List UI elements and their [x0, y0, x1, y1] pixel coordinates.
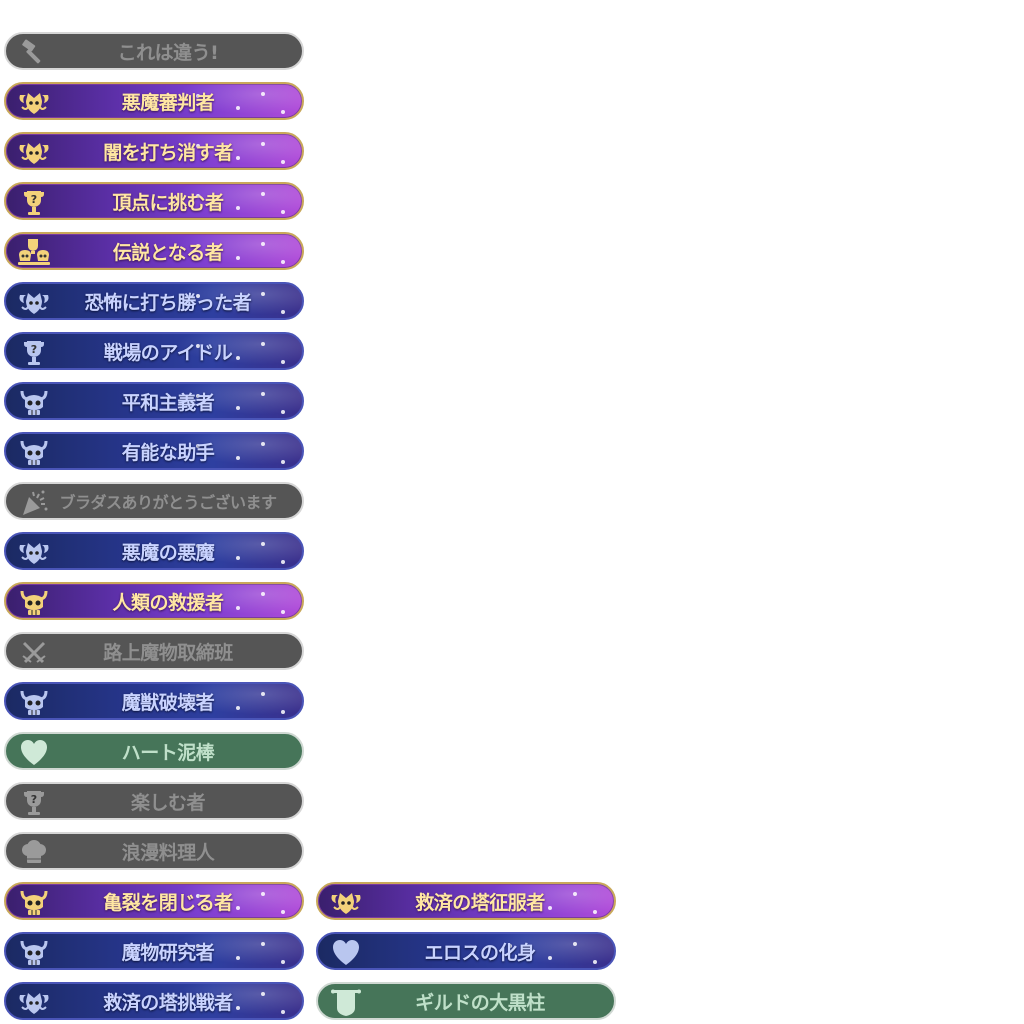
title-list-column-1: これは違う! 悪魔審判者 闇を打ち消す者? 頂点に挑む者 伝説となる者 恐怖に打ち勝った者…: [4, 32, 304, 1020]
title-badge-purple[interactable]: 救済の塔征服者: [316, 882, 616, 920]
title-badge-label: 有能な助手: [121, 441, 215, 464]
title-badge-label: 悪魔審判者: [121, 91, 215, 114]
title-badge-purple[interactable]: 悪魔審判者: [4, 82, 304, 120]
title-badge-blue[interactable]: ? 戦場のアイドル: [4, 332, 304, 370]
title-badge-label: 頂点に挑む者: [112, 191, 224, 214]
title-badge-label: 戦場のアイドル: [103, 341, 233, 364]
title-badge-grey[interactable]: ブラダスありがとうございます: [4, 482, 304, 520]
title-badge-purple[interactable]: 亀裂を閉じる者: [4, 882, 304, 920]
title-badge-label: 楽しむ者: [130, 791, 206, 814]
title-badge-label: 恐怖に打ち勝った者: [84, 291, 252, 314]
title-badge-label: ハート泥棒: [121, 741, 215, 764]
svg-text:?: ?: [31, 793, 37, 806]
title-badge-label: 闇を打ち消す者: [103, 141, 233, 164]
title-badge-label: エロスの化身: [424, 941, 536, 964]
title-badge-green[interactable]: ギルドの大黒柱: [316, 982, 616, 1020]
title-badge-purple[interactable]: ? 頂点に挑む者: [4, 182, 304, 220]
title-badge-blue[interactable]: エロスの化身: [316, 932, 616, 970]
title-badge-blue[interactable]: 悪魔の悪魔: [4, 532, 304, 570]
title-badge-label: 魔獣破壊者: [121, 691, 215, 714]
title-badge-grey[interactable]: 路上魔物取締班: [4, 632, 304, 670]
title-badge-grey[interactable]: 浪漫料理人: [4, 832, 304, 870]
svg-text:?: ?: [31, 343, 37, 356]
title-badge-grey[interactable]: ? 楽しむ者: [4, 782, 304, 820]
title-badge-label: 伝説となる者: [112, 241, 224, 264]
title-badge-purple[interactable]: 闇を打ち消す者: [4, 132, 304, 170]
title-badge-label: ギルドの大黒柱: [415, 991, 545, 1014]
title-badge-label: 平和主義者: [121, 391, 215, 414]
title-badge-grey[interactable]: これは違う!: [4, 32, 304, 70]
title-badge-purple[interactable]: 伝説となる者: [4, 232, 304, 270]
title-badge-blue[interactable]: 救済の塔挑戦者: [4, 982, 304, 1020]
title-badge-purple[interactable]: 人類の救援者: [4, 582, 304, 620]
title-badge-label: 救済の塔挑戦者: [103, 991, 233, 1014]
title-badge-label: 魔物研究者: [121, 941, 215, 964]
title-badge-blue[interactable]: 有能な助手: [4, 432, 304, 470]
title-badge-label: 浪漫料理人: [121, 841, 215, 864]
title-badge-label: 悪魔の悪魔: [121, 541, 215, 564]
title-list-column-2: 救済の塔征服者 エロスの化身 ギルドの大黒柱: [316, 882, 616, 1020]
title-badge-label: これは違う!: [117, 41, 219, 64]
title-badge-green[interactable]: ハート泥棒: [4, 732, 304, 770]
title-badge-blue[interactable]: 恐怖に打ち勝った者: [4, 282, 304, 320]
title-badge-label: 亀裂を閉じる者: [103, 891, 233, 914]
title-badge-label: ブラダスありがとうございます: [59, 493, 277, 512]
title-badge-label: 人類の救援者: [112, 591, 224, 614]
title-badge-label: 救済の塔征服者: [415, 891, 545, 914]
title-badge-blue[interactable]: 魔物研究者: [4, 932, 304, 970]
title-badge-blue[interactable]: 魔獣破壊者: [4, 682, 304, 720]
title-badge-blue[interactable]: 平和主義者: [4, 382, 304, 420]
svg-text:?: ?: [31, 193, 37, 206]
title-badge-label: 路上魔物取締班: [103, 641, 233, 664]
